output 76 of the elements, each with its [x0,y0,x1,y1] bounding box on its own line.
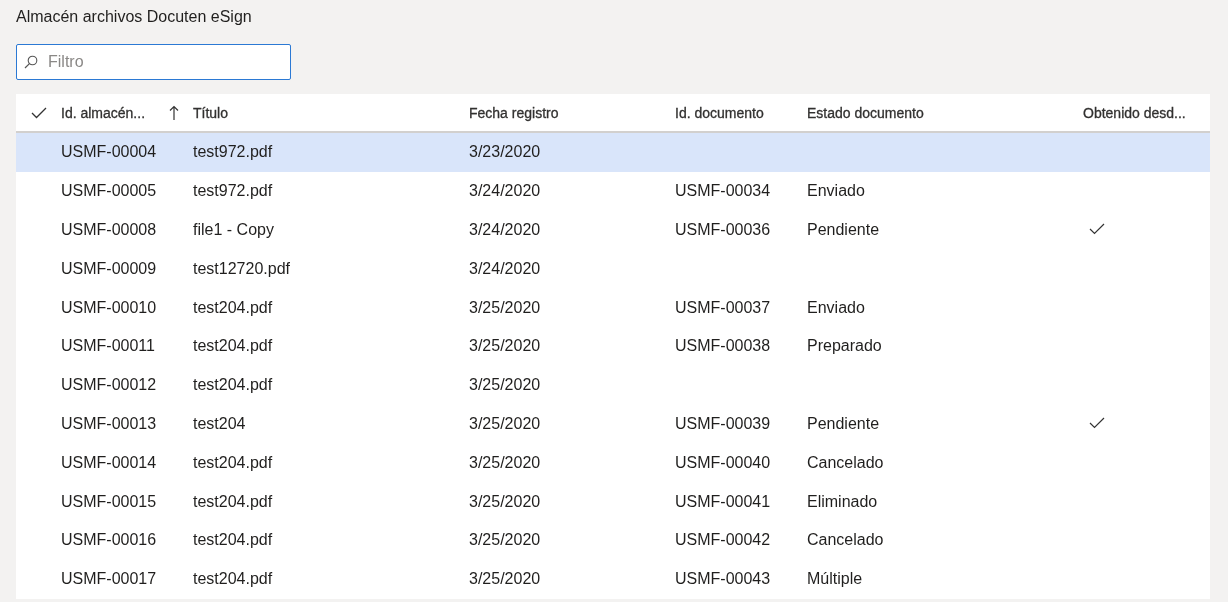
table-cell: USMF-00011 [61,337,155,355]
table-row[interactable]: USMF-00009 test12720.pdf 3/24/2020 [16,249,1210,289]
table-cell: USMF-00012 [61,376,157,394]
table-cell: USMF-00039 [675,414,771,432]
table-row[interactable]: USMF-00010 test204.pdf 3/25/2020 USMF-00037 Enviado [16,288,1210,327]
table-cell: USMF-00010 [61,298,157,316]
table-cell: 3/23/2020 [469,143,541,161]
table-cell: 3/25/2020 [469,298,541,316]
table-row[interactable]: USMF-00014 test204.pdf 3/25/2020 USMF-00040 Cancelado [16,443,1210,483]
table-cell: USMF-00042 [675,531,771,549]
table-cell: Cancelado [807,531,884,549]
table-cell: 3/24/2020 [469,182,541,200]
sort-up-arrow-icon[interactable] [169,104,179,121]
table-cell: USMF-00009 [61,259,157,277]
table-row[interactable]: USMF-00012 test204.pdf 3/25/2020 [16,365,1210,405]
table-cell: 3/25/2020 [469,492,541,510]
table-row[interactable]: USMF-00004 test972.pdf 3/23/2020 [16,133,1210,172]
column-header[interactable]: Estado documento [807,104,924,121]
table-cell: test204.pdf [193,337,273,355]
table-cell: Pendiente [807,414,880,432]
table-cell: Cancelado [807,453,884,471]
column-header[interactable]: Fecha registro [469,104,559,121]
table-row[interactable]: USMF-00005 test972.pdf 3/24/2020 USMF-00034 Enviado [16,171,1210,211]
page-title: Almacén archivos Docuten eSign [15,7,253,27]
table-cell: 3/25/2020 [469,531,541,549]
column-header[interactable]: Título [193,104,228,121]
column-header[interactable]: Obtenido desd... [1083,104,1186,121]
table-row[interactable]: USMF-00017 test204.pdf 3/25/2020 USMF-00043 Múltiple [16,559,1210,599]
table-cell: Pendiente [807,221,880,238]
table-row[interactable]: USMF-00008 file1 - Copy 3/24/2020 USMF-00036 Pendiente [16,210,1210,250]
table-cell: Enviado [807,182,865,200]
table-cell: test204.pdf [193,570,273,588]
table-cell: USMF-00034 [675,182,771,200]
table-cell: test204 [193,414,246,432]
table-cell: Enviado [807,298,865,316]
table-cell: USMF-00005 [61,182,157,200]
table-cell: 3/24/2020 [469,259,541,277]
table-cell: Eliminado [807,492,878,510]
table-cell: USMF-00017 [61,570,157,588]
table-cell: test972.pdf [193,182,273,200]
table-cell: 3/25/2020 [469,570,541,588]
table-cell: USMF-00040 [675,453,771,471]
table-cell: USMF-00015 [61,492,157,510]
table-cell: test204.pdf [193,298,273,316]
table-cell: test204.pdf [193,453,273,471]
table-cell: USMF-00013 [61,414,157,432]
table-cell: 3/25/2020 [469,414,541,432]
table-cell: USMF-00016 [61,531,157,549]
table-cell: USMF-00008 [61,221,157,238]
table-row[interactable]: USMF-00013 test204 3/25/2020 USMF-00039 Pendiente [16,404,1210,444]
table-cell: test204.pdf [193,376,273,394]
table-cell: USMF-00041 [675,492,771,510]
table-cell: test972.pdf [193,143,273,161]
table-cell: Preparado [807,337,882,355]
table-cell: 3/25/2020 [469,376,541,394]
table-cell: USMF-00014 [61,453,157,471]
column-header[interactable]: Id. almacén... [61,104,146,121]
table-row[interactable]: USMF-00015 test204.pdf 3/25/2020 USMF-00041 Eliminado [16,482,1210,521]
table-cell: USMF-00004 [61,143,157,161]
table-row[interactable]: USMF-00011 test204.pdf 3/25/2020 USMF-00038 Preparado [16,327,1210,366]
select-all-checkmark-icon[interactable] [30,106,47,119]
table-cell: USMF-00037 [675,298,771,316]
table-cell: 3/24/2020 [469,221,541,238]
table-row[interactable]: USMF-00016 test204.pdf 3/25/2020 USMF-00042 Cancelado [16,520,1210,560]
table-cell: test204.pdf [193,531,273,549]
table-cell: 3/25/2020 [469,337,541,355]
table-cell: test204.pdf [193,492,273,510]
filter-field[interactable]: Filtro [16,44,291,80]
table-cell: file1 - Copy [193,221,274,238]
column-header[interactable]: Id. documento [675,104,764,121]
table-cell: test12720.pdf [193,259,290,277]
table-cell: USMF-00038 [675,337,771,355]
table-cell: USMF-00036 [675,221,771,238]
table-cell: 3/25/2020 [469,453,541,471]
table-cell: Múltiple [807,570,863,588]
table-cell: USMF-00043 [675,570,771,588]
